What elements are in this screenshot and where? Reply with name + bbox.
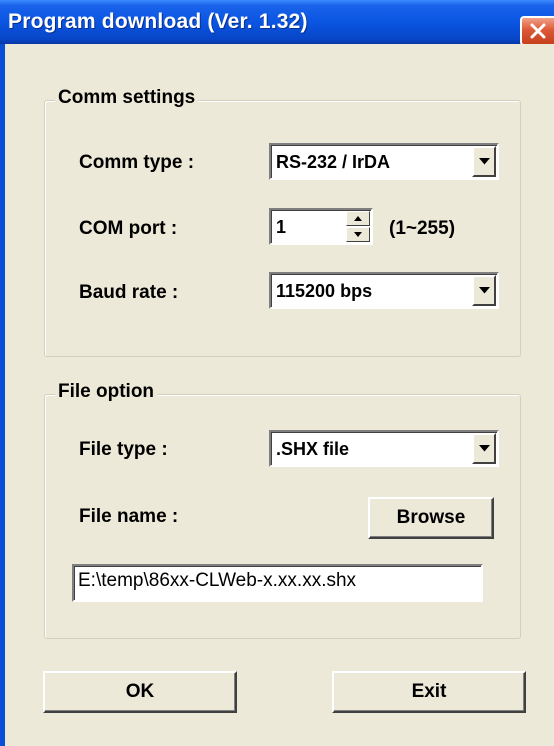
window-title: Program download (Ver. 1.32) [8, 10, 308, 33]
title-bar[interactable]: Program download (Ver. 1.32) [0, 0, 554, 46]
comm-type-value: RS-232 / IrDA [276, 152, 391, 172]
file-option-legend: File option [55, 381, 158, 403]
com-port-up-button[interactable] [346, 211, 370, 226]
chevron-down-icon [479, 445, 490, 452]
com-port-range: (1~255) [389, 218, 456, 239]
baud-rate-dropdown[interactable]: 115200 bps [269, 272, 499, 309]
comm-type-dropdown-button[interactable] [472, 146, 496, 177]
comm-type-dropdown[interactable]: RS-232 / IrDA [269, 143, 499, 180]
file-name-label: File name : [79, 506, 179, 527]
spin-down-icon [354, 232, 362, 237]
comm-settings-legend: Comm settings [55, 87, 199, 109]
file-path-input[interactable] [78, 570, 468, 592]
com-port-stepper[interactable]: 1 [269, 208, 373, 245]
comm-type-label: Comm type : [79, 152, 195, 173]
baud-rate-value: 115200 bps [276, 281, 373, 301]
file-type-label: File type : [79, 439, 168, 460]
com-port-down-button[interactable] [346, 227, 370, 242]
browse-button[interactable]: Browse [368, 497, 494, 539]
program-download-window: Program download (Ver. 1.32) Comm settin… [0, 0, 554, 746]
file-type-value: .SHX file [276, 439, 350, 459]
com-port-value: 1 [276, 217, 287, 237]
spin-up-icon [354, 216, 362, 221]
exit-button[interactable]: Exit [332, 671, 526, 713]
dialog-body: Comm settings Comm type : RS-232 / IrDA … [5, 44, 554, 746]
baud-rate-dropdown-button[interactable] [472, 275, 496, 306]
chevron-down-icon [479, 287, 490, 294]
file-path-field[interactable] [72, 564, 483, 602]
file-type-dropdown[interactable]: .SHX file [269, 430, 499, 467]
close-button[interactable] [520, 16, 554, 46]
com-port-label: COM port : [79, 218, 178, 239]
chevron-down-icon [479, 158, 490, 165]
ok-button[interactable]: OK [43, 671, 237, 713]
file-type-dropdown-button[interactable] [472, 433, 496, 464]
close-icon [530, 23, 546, 39]
baud-rate-label: Baud rate : [79, 282, 179, 303]
